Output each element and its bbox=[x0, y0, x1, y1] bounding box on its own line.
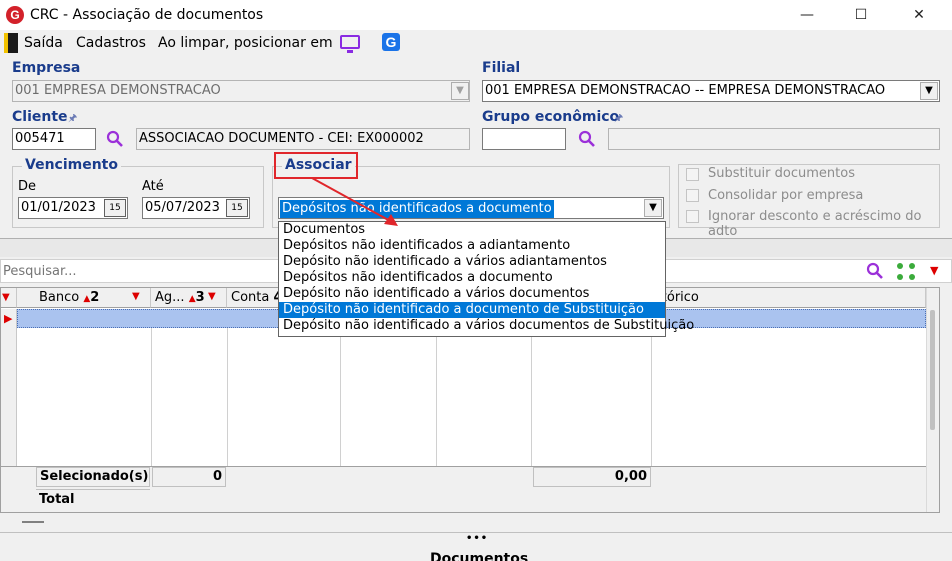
column-historico[interactable]: stórico bbox=[651, 288, 926, 308]
filter-icon[interactable]: ▼ bbox=[132, 291, 140, 302]
annotation-arrow bbox=[311, 177, 398, 226]
selected-count: 0 bbox=[152, 467, 226, 487]
dropdown-option[interactable]: Depósitos não identificados a adiantamen… bbox=[279, 238, 665, 254]
column-divider bbox=[340, 328, 341, 466]
exit-door-icon[interactable] bbox=[4, 33, 18, 53]
expand-icon[interactable] bbox=[896, 262, 918, 282]
search-icon[interactable] bbox=[578, 130, 596, 148]
column-divider bbox=[151, 328, 152, 466]
dropdown-option[interactable]: Depósitos não identificados a documento bbox=[279, 270, 665, 286]
chevron-down-icon[interactable]: ▼ bbox=[920, 82, 938, 100]
column-agencia-label: Ag... bbox=[155, 290, 185, 305]
calendar-icon[interactable]: 15 bbox=[104, 199, 126, 217]
pin-icon[interactable]: 🖈 bbox=[68, 111, 77, 128]
menu-triangle-icon[interactable]: ▼ bbox=[930, 264, 938, 277]
cliente-code-input[interactable]: 005471 bbox=[12, 128, 96, 150]
documents-section-label: Documentos bbox=[430, 551, 529, 561]
window-title: CRC - Associação de documentos bbox=[30, 7, 264, 23]
close-button[interactable]: ✕ bbox=[896, 0, 942, 30]
filial-label: Filial bbox=[482, 60, 521, 76]
consolidar-checkbox[interactable] bbox=[686, 189, 699, 202]
chevron-down-icon[interactable]: ▼ bbox=[644, 199, 662, 217]
calendar-icon[interactable]: 15 bbox=[226, 199, 248, 217]
dropdown-option-highlighted[interactable]: Depósito não identificado a documento de… bbox=[279, 302, 665, 318]
pin-icon[interactable]: 🖈 bbox=[614, 111, 623, 128]
to-label: Até bbox=[142, 179, 164, 194]
column-divider bbox=[227, 328, 228, 466]
maximize-button[interactable]: ☐ bbox=[838, 0, 884, 30]
column-divider bbox=[651, 328, 652, 466]
grupo-code-input[interactable] bbox=[482, 128, 566, 150]
collapse-handle[interactable] bbox=[22, 521, 44, 523]
filial-select[interactable]: 001 EMPRESA DEMONSTRACAO -- EMPRESA DEMO… bbox=[482, 80, 940, 102]
sort-order-label: 2 bbox=[90, 290, 100, 305]
substituir-label: Substituir documentos bbox=[708, 166, 855, 181]
cliente-name-field: ASSOCIACAO DOCUMENTO - CEI: EX000002 bbox=[136, 128, 470, 150]
on-clear-position-menu[interactable]: Ao limpar, posicionar em bbox=[158, 35, 333, 51]
cliente-label: Cliente bbox=[12, 109, 68, 125]
column-banco[interactable]: Banco ▲2 bbox=[17, 288, 151, 308]
row-indicator-column bbox=[1, 328, 17, 466]
sort-order-label: 3 bbox=[195, 290, 205, 305]
selected-total: 0,00 bbox=[533, 467, 651, 487]
empresa-label: Empresa bbox=[12, 60, 81, 76]
substituir-checkbox[interactable] bbox=[686, 168, 699, 181]
row-menu-icon[interactable]: ▼ bbox=[1, 288, 17, 308]
dropdown-option[interactable]: Depósito não identificado a vários adian… bbox=[279, 254, 665, 270]
ignorar-label: Ignorar desconto e acréscimo do adto bbox=[708, 209, 922, 239]
consolidar-label: Consolidar por empresa bbox=[708, 188, 864, 203]
empresa-select[interactable]: 001 EMPRESA DEMONSTRACAO bbox=[12, 80, 470, 102]
ignorar-checkbox[interactable] bbox=[686, 210, 699, 223]
dropdown-option[interactable]: Depósito não identificado a vários docum… bbox=[279, 286, 665, 302]
grupo-name-field bbox=[608, 128, 940, 150]
search-icon[interactable] bbox=[866, 262, 884, 280]
column-banco-label: Banco bbox=[39, 290, 80, 305]
search-icon[interactable] bbox=[106, 130, 124, 148]
splitter-dots[interactable]: ••• bbox=[466, 533, 488, 544]
monitor-icon[interactable] bbox=[340, 35, 360, 53]
grupo-label: Grupo econômico bbox=[482, 109, 620, 125]
dropdown-option[interactable]: Depósito não identificado a vários docum… bbox=[279, 318, 694, 334]
sort-up-icon: ▲ bbox=[188, 294, 196, 304]
vencimento-label: Vencimento bbox=[22, 157, 121, 173]
from-label: De bbox=[18, 179, 37, 194]
column-conta-label: Conta bbox=[231, 290, 270, 305]
column-divider bbox=[436, 328, 437, 466]
g-app-icon[interactable]: G bbox=[382, 33, 400, 51]
app-logo-icon: G bbox=[6, 6, 24, 24]
chevron-down-icon[interactable]: ▼ bbox=[451, 82, 469, 100]
exit-menu[interactable]: Saída bbox=[24, 35, 63, 51]
current-row-arrow-icon: ▶ bbox=[4, 312, 13, 325]
total-label: Total bbox=[36, 489, 150, 509]
filter-icon[interactable]: ▼ bbox=[208, 291, 216, 302]
registrations-menu[interactable]: Cadastros bbox=[76, 35, 146, 51]
minimize-button[interactable]: — bbox=[784, 0, 830, 30]
selected-label: Selecionado(s) bbox=[36, 467, 150, 487]
column-divider bbox=[531, 328, 532, 466]
scrollbar-thumb[interactable] bbox=[930, 310, 935, 430]
column-conta[interactable]: Conta 4 bbox=[227, 288, 279, 308]
